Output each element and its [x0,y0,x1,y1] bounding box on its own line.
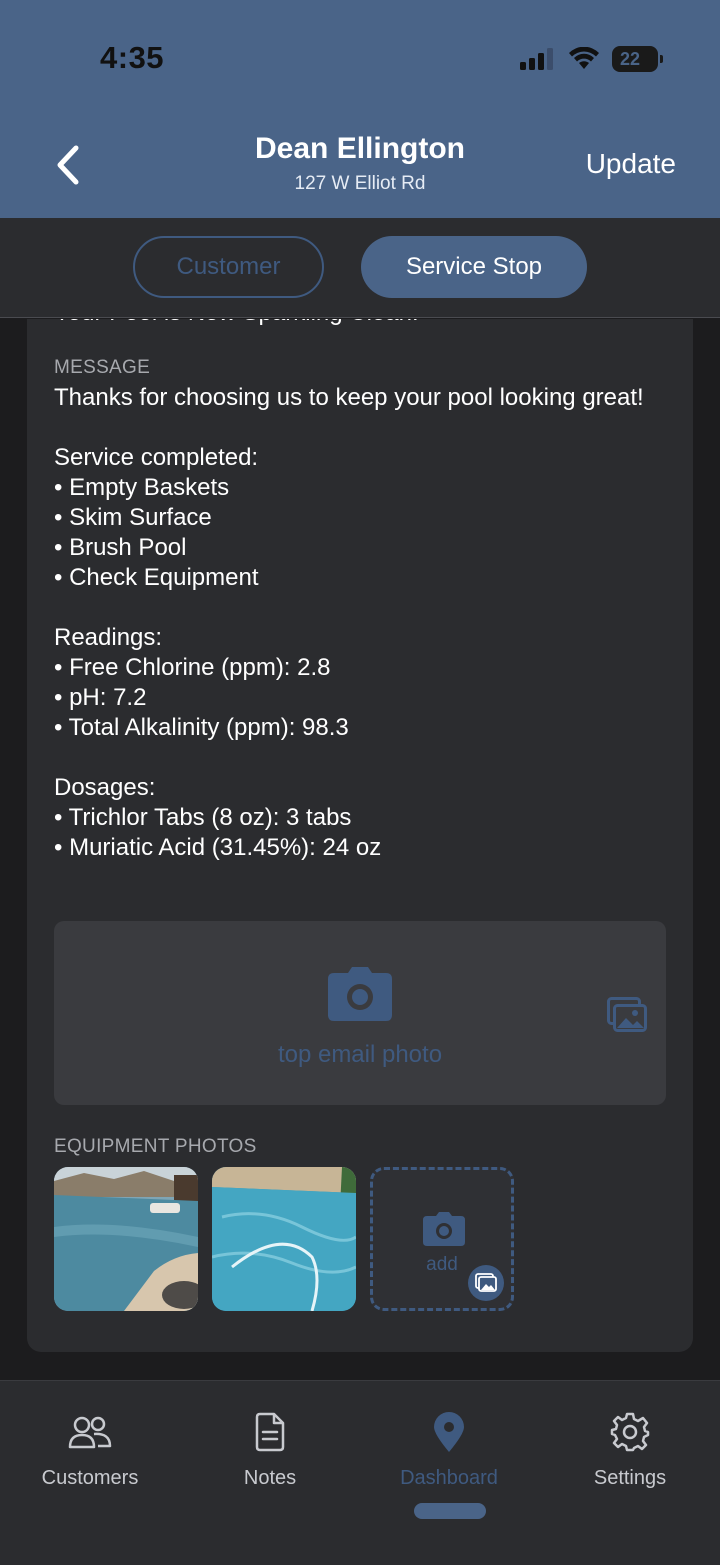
nav-dashboard[interactable]: Dashboard [359,1411,539,1490]
nav-dashboard-label: Dashboard [400,1467,498,1489]
photo-gallery-icon[interactable] [607,997,647,1033]
add-equipment-photo-button[interactable]: add [370,1167,514,1311]
nav-notes[interactable]: Notes [180,1411,360,1490]
pool-photo-image [54,1167,198,1311]
notes-icon [255,1412,285,1452]
segmented-control: Customer Service Stop [0,218,720,318]
update-button[interactable]: Update [586,148,676,180]
photo-gallery-badge[interactable] [468,1265,504,1301]
nav-settings[interactable]: Settings [540,1411,720,1490]
app-header: 4:35 22 Dean Ellington 127 W Elliot Rd U… [0,0,720,218]
email-subject: Your Pool is Now Sparkling Clean! [54,319,419,327]
gear-icon [610,1412,650,1452]
equipment-photos-label: EQUIPMENT PHOTOS [54,1136,257,1157]
camera-icon [328,967,392,1021]
status-icons: 22 [520,44,663,74]
nav-customers[interactable]: Customers [0,1411,180,1490]
top-email-photo-label: top email photo [277,1041,443,1068]
map-pin-icon [434,1412,464,1452]
home-indicator [414,1503,486,1519]
cellular-signal-icon [520,48,553,70]
pool-photo-image [212,1167,356,1311]
tab-service-stop[interactable]: Service Stop [361,236,587,298]
equipment-photo[interactable] [212,1167,356,1311]
message-label: MESSAGE [54,357,151,378]
nav-notes-label: Notes [243,1467,297,1489]
nav-settings-label: Settings [593,1467,667,1489]
photo-gallery-icon [475,1273,497,1292]
nav-customers-label: Customers [41,1467,139,1489]
email-preview-card: Your Pool is Now Sparkling Clean! MESSAG… [27,319,693,1352]
top-email-photo-picker[interactable]: top email photo [54,921,666,1105]
bottom-navigation: Customers Notes Dashboard Settings [0,1380,720,1565]
battery-icon: 22 [612,46,663,72]
customers-icon [68,1416,112,1449]
content-scroll[interactable]: Your Pool is Now Sparkling Clean! MESSAG… [0,319,720,1380]
status-time: 4:35 [100,40,165,75]
equipment-photo-list: add [54,1167,514,1311]
wifi-icon [569,47,599,69]
camera-icon [423,1212,465,1246]
battery-level: 22 [619,49,641,69]
tab-customer[interactable]: Customer [133,236,324,298]
equipment-photo[interactable] [54,1167,198,1311]
message-body: Thanks for choosing us to keep your pool… [54,384,644,861]
